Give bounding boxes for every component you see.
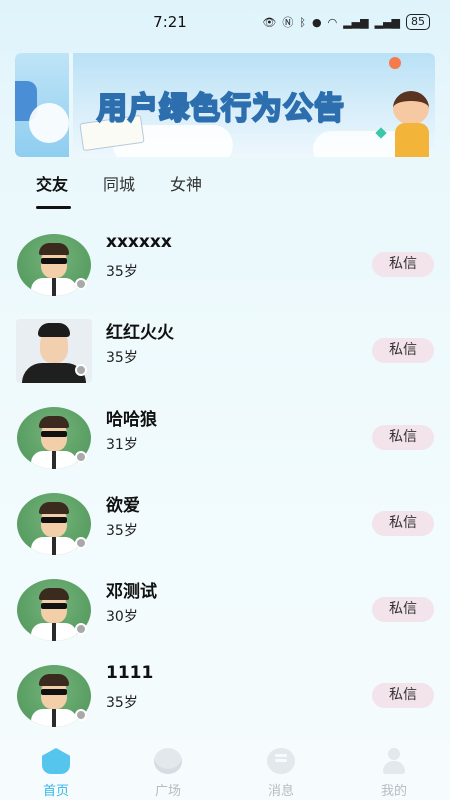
private-message-button[interactable]: 私信 <box>372 597 434 622</box>
user-age: 35岁 <box>106 695 138 711</box>
signal-4g-icon: ▂▄▆ <box>343 15 369 29</box>
private-message-button[interactable]: 私信 <box>372 683 434 708</box>
status-icons: 👁 Ⓝ ᛒ ● ◠ ▂▄▆ ▂▄▆ 85 <box>262 14 430 30</box>
nfc-icon: Ⓝ <box>282 16 294 29</box>
status-bar: 7:21 👁 Ⓝ ᛒ ● ◠ ▂▄▆ ▂▄▆ 85 <box>0 0 450 44</box>
location-icon: ● <box>312 15 322 29</box>
private-message-button[interactable]: 私信 <box>372 252 434 277</box>
private-message-button[interactable]: 私信 <box>372 425 434 450</box>
banner-prev-slide <box>15 53 69 157</box>
bluetooth-icon: ᛒ <box>299 15 306 29</box>
list-item[interactable]: 哈哈狼 31岁 私信 <box>0 395 450 481</box>
wifi-icon: ◠ <box>327 15 338 29</box>
offline-status-dot <box>75 709 87 721</box>
nav-home[interactable]: 首页 <box>26 748 86 799</box>
user-age: 35岁 <box>106 523 138 539</box>
offline-status-dot <box>75 623 87 635</box>
tab-friends[interactable]: 交友 <box>36 170 68 200</box>
planet-icon <box>154 748 182 774</box>
user-name: 哈哈狼 <box>106 410 157 430</box>
kid-illustration <box>391 91 431 157</box>
battery-indicator: 85 <box>406 14 430 30</box>
user-name: 邓测试 <box>106 582 157 602</box>
tab-goddess[interactable]: 女神 <box>170 170 202 200</box>
announcement-banner[interactable]: 用户绿色行为公告 <box>15 53 435 157</box>
offline-status-dot <box>75 364 87 376</box>
signal-4g-icon: ▂▄▆ <box>374 15 400 29</box>
user-age: 31岁 <box>106 437 138 453</box>
bottom-nav: 首页 广场 消息 我的 <box>0 740 450 800</box>
tab-active-indicator <box>36 206 71 209</box>
list-item[interactable]: 邓测试 30岁 私信 <box>0 567 450 653</box>
nav-label: 首页 <box>42 784 69 799</box>
home-icon <box>42 748 70 774</box>
message-icon <box>267 748 295 774</box>
offline-status-dot <box>75 537 87 549</box>
offline-status-dot <box>75 451 87 463</box>
user-age: 35岁 <box>106 264 138 280</box>
user-name: 红红火火 <box>106 323 174 343</box>
offline-status-dot <box>75 278 87 290</box>
user-age: 30岁 <box>106 609 138 625</box>
tab-same-city[interactable]: 同城 <box>103 170 135 200</box>
eye-icon: 👁 <box>262 15 277 29</box>
user-age: 35岁 <box>106 350 138 366</box>
nav-label: 我的 <box>380 784 407 799</box>
nav-square[interactable]: 广场 <box>138 748 198 799</box>
user-name: xxxxxx <box>106 232 172 252</box>
user-name: 欲爱 <box>106 496 140 516</box>
private-message-button[interactable]: 私信 <box>372 338 434 363</box>
category-tabs: 交友 同城 女神 <box>0 170 450 210</box>
nav-label: 广场 <box>154 784 181 799</box>
list-item[interactable]: 1111 35岁 私信 <box>0 653 450 739</box>
nav-profile[interactable]: 我的 <box>364 748 424 799</box>
list-item[interactable]: 欲爱 35岁 私信 <box>0 481 450 567</box>
list-item[interactable]: 红红火火 35岁 私信 <box>0 308 450 394</box>
nav-messages[interactable]: 消息 <box>251 748 311 799</box>
user-icon <box>380 748 408 774</box>
user-name: 1111 <box>106 663 154 683</box>
list-item[interactable]: xxxxxx 35岁 私信 <box>0 222 450 308</box>
flower-illustration <box>389 57 401 69</box>
banner-title: 用户绿色行为公告 <box>96 90 345 127</box>
nav-label: 消息 <box>267 784 294 799</box>
cloud-illustration <box>29 103 69 143</box>
banner-current-slide: 用户绿色行为公告 <box>73 53 435 157</box>
private-message-button[interactable]: 私信 <box>372 511 434 536</box>
